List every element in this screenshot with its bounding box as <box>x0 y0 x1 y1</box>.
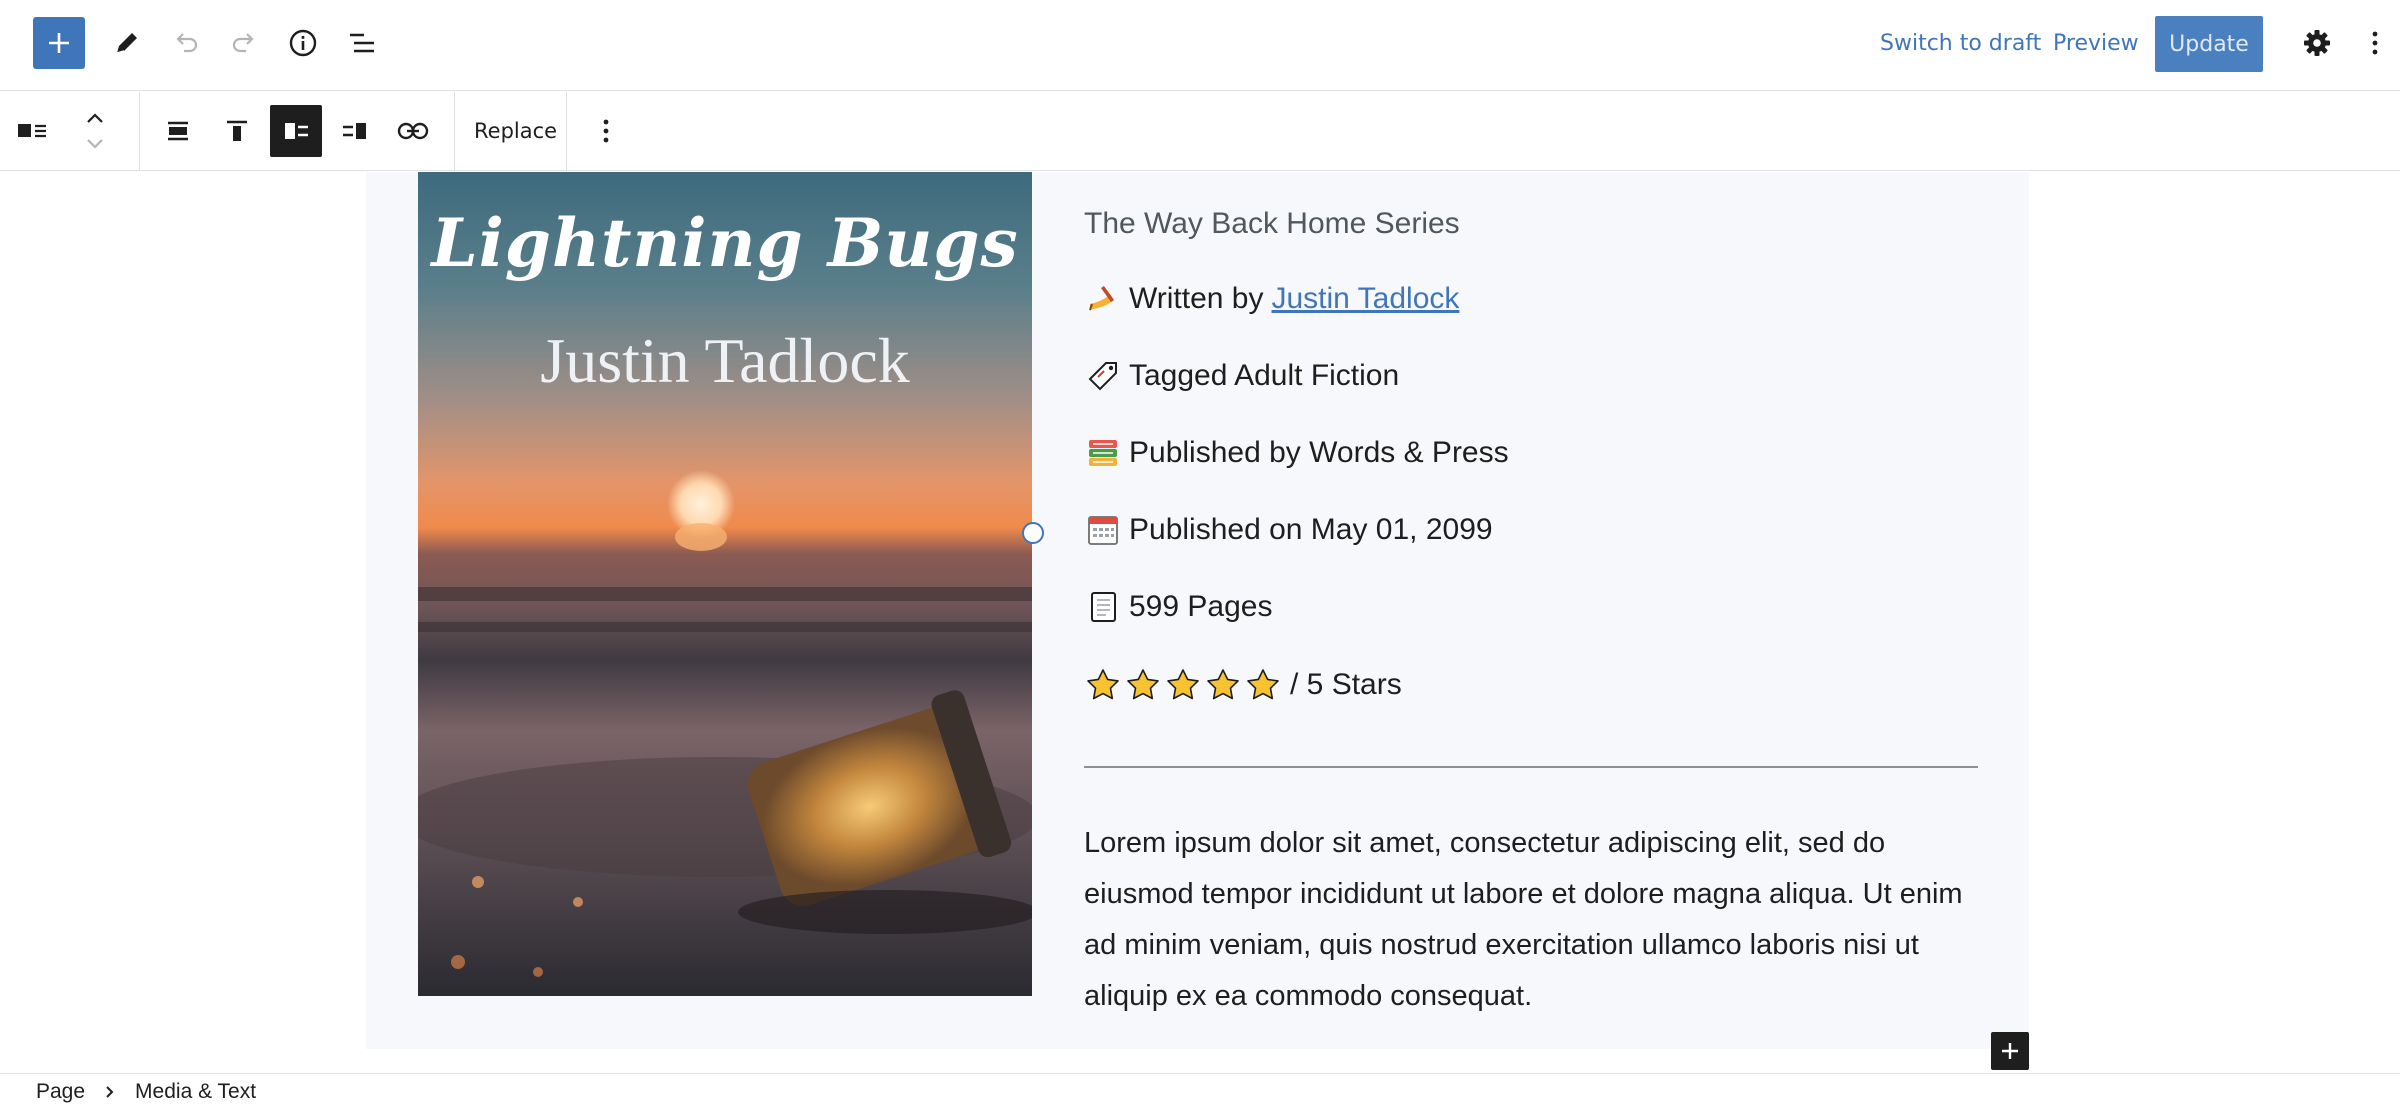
link-button[interactable] <box>387 105 439 157</box>
label-tag-icon <box>1086 359 1120 393</box>
meta-rating: / 5 Stars <box>1086 668 1402 702</box>
block-type-button[interactable] <box>6 105 58 157</box>
star-icon <box>1167 669 1199 700</box>
link-icon <box>397 122 429 140</box>
pull-right-icon <box>343 123 366 139</box>
pull-left-icon <box>285 123 308 139</box>
page-icon <box>1086 590 1120 624</box>
more-vertical-icon <box>603 119 609 143</box>
chevron-right-icon <box>105 1085 115 1099</box>
plus-icon <box>2002 1043 2018 1059</box>
meta-written-by: Written by Justin Tadlock <box>1086 282 1459 316</box>
undo-icon <box>176 33 198 53</box>
list-view-icon <box>350 33 374 53</box>
star-icon <box>1247 669 1279 700</box>
writing-hand-icon <box>1086 282 1120 316</box>
align-top-icon <box>227 120 247 141</box>
toolbar-separator <box>566 92 567 171</box>
breadcrumb-page[interactable]: Page <box>36 1080 85 1104</box>
pages-text: 599 Pages <box>1129 590 1273 623</box>
redo-icon <box>232 33 254 53</box>
vertical-align-button[interactable] <box>211 105 263 157</box>
toolbar-separator <box>139 92 140 171</box>
undo-button[interactable] <box>160 17 212 69</box>
toolbar-separator <box>454 92 455 171</box>
meta-publisher: Published by Words & Press <box>1086 436 1509 470</box>
align-center-icon <box>168 121 188 141</box>
list-view-button[interactable] <box>336 17 388 69</box>
cover-photo <box>418 172 1032 996</box>
series-subtitle: The Way Back Home Series <box>1084 207 1460 240</box>
meta-published-on: Published on May 01, 2099 <box>1086 513 1493 547</box>
resize-handle[interactable] <box>1022 522 1044 544</box>
meta-tagged: Tagged Adult Fiction <box>1086 359 1399 393</box>
media-text-block[interactable]: Lightning Bugs Justin Tadlock The Way Ba… <box>366 172 2029 1070</box>
star-rating <box>1086 668 1280 702</box>
block-breadcrumb: Page Media & Text <box>0 1073 2400 1109</box>
star-icon <box>1087 669 1119 700</box>
update-button[interactable]: Update <box>2155 16 2263 72</box>
block-toolbar: Replace <box>0 92 2400 171</box>
published-on-text: Published on May 01, 2099 <box>1129 513 1493 546</box>
redo-button[interactable] <box>218 17 270 69</box>
tagged-text: Tagged Adult Fiction <box>1129 359 1400 392</box>
add-block-button[interactable] <box>1991 1032 2029 1070</box>
editor-canvas: Lightning Bugs Justin Tadlock The Way Ba… <box>0 172 2400 1073</box>
author-link[interactable]: Justin Tadlock <box>1272 282 1460 316</box>
move-block-buttons[interactable] <box>69 105 121 157</box>
description-paragraph[interactable]: Lorem ipsum dolor sit amet, consectetur … <box>1084 818 1978 1022</box>
book-cover-image[interactable]: Lightning Bugs Justin Tadlock <box>418 172 1032 996</box>
switch-to-draft-button[interactable]: Switch to draft <box>1880 28 2041 60</box>
details-button[interactable] <box>277 17 329 69</box>
meta-pages: 599 Pages <box>1086 590 1272 624</box>
preview-button[interactable]: Preview <box>2053 28 2139 60</box>
calendar-icon <box>1086 513 1120 547</box>
block-inserter-button[interactable] <box>33 17 85 69</box>
replace-button[interactable]: Replace <box>456 105 575 157</box>
plus-icon <box>49 33 69 53</box>
cover-author-text: Justin Tadlock <box>540 325 910 396</box>
star-icon <box>1127 669 1159 700</box>
books-icon <box>1086 436 1120 470</box>
media-right-button[interactable] <box>329 105 381 157</box>
tools-button[interactable] <box>101 17 153 69</box>
breadcrumb-media-text[interactable]: Media & Text <box>135 1080 256 1104</box>
block-options-button[interactable] <box>580 105 632 157</box>
media-text-icon <box>18 124 46 138</box>
media-left-button[interactable] <box>270 105 322 157</box>
written-by-label: Written by <box>1129 282 1264 315</box>
rating-text: / 5 Stars <box>1290 668 1402 701</box>
settings-button[interactable] <box>2291 17 2343 69</box>
pencil-icon <box>116 33 137 54</box>
more-vertical-icon <box>2372 31 2378 55</box>
align-button[interactable] <box>152 105 204 157</box>
cover-title-text: Lightning Bugs <box>431 204 1019 282</box>
options-button[interactable] <box>2360 17 2390 69</box>
info-icon <box>289 29 317 57</box>
chevron-up-down-icon <box>87 113 103 149</box>
star-icon <box>1207 669 1239 700</box>
separator-line <box>1084 766 1978 768</box>
publisher-text: Published by Words & Press <box>1129 436 1509 469</box>
gear-icon <box>2304 30 2330 56</box>
editor-header: Switch to draft Preview Update <box>0 0 2400 91</box>
